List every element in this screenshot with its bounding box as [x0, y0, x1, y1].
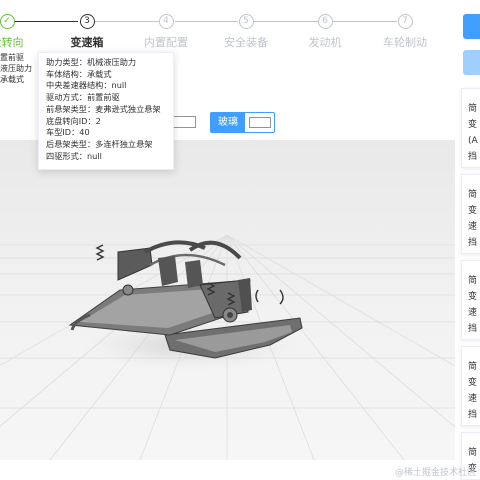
card-line: 速 — [468, 222, 478, 232]
check-icon: ✓ — [0, 14, 15, 29]
tooltip-row: 车体结构：承载式 — [46, 68, 112, 79]
tooltip-row: 四驱形式：null — [46, 150, 102, 161]
card-line: 变 — [468, 292, 478, 302]
step-steering[interactable]: ✓ 盘转向 — [0, 14, 47, 50]
card-line: 变 — [468, 120, 478, 130]
3d-viewport[interactable] — [0, 140, 455, 460]
step-label: 安全装备 — [224, 36, 268, 49]
primary-button[interactable] — [463, 14, 480, 39]
card-line: 挡 — [468, 324, 478, 334]
summary-line: 置前驱 — [0, 53, 24, 62]
step-engine[interactable]: 6 发动机 — [285, 14, 365, 50]
glass-toggle-group: 玻璃 — [210, 112, 275, 133]
tooltip-row: 前悬架类型：麦弗逊式独立悬架 — [46, 103, 161, 114]
right-panel: 简 变 (A 挡 简 变 速 挡 简 变 速 挡 简 变 速 挡 简 变 — [455, 0, 480, 480]
card-line: 挡 — [468, 410, 478, 420]
tooltip-row: 底盘转向ID：2 — [46, 115, 101, 126]
tooltip-row: 驱动方式：前置前驱 — [46, 92, 120, 103]
secondary-button[interactable] — [463, 50, 480, 75]
spec-card[interactable]: 简 变 速 挡 — [461, 346, 480, 426]
summary-line: 承载式 — [0, 75, 24, 84]
spec-card[interactable]: 简 变 速 挡 — [461, 260, 480, 340]
card-line: 速 — [468, 394, 478, 404]
step-number: 7 — [397, 14, 413, 29]
step-interior[interactable]: 4 内置配置 — [126, 14, 206, 50]
step-label: 变速箱 — [70, 36, 104, 49]
step-gearbox[interactable]: 3 变速箱 — [47, 14, 127, 50]
step-number: 4 — [158, 14, 174, 29]
card-line: 简 — [468, 104, 478, 114]
part-toggle-checkbox[interactable] — [172, 116, 196, 128]
tooltip-row: 助力类型：机械液压助力 — [46, 57, 137, 67]
card-line: 速 — [468, 308, 478, 318]
card-line: 简 — [468, 190, 478, 200]
step-label: 车轮制动 — [383, 36, 427, 49]
steps-bar: ✓ 盘转向 3 变速箱 4 内置配置 5 安全装备 6 发动机 7 车轮制动 — [0, 0, 450, 55]
step-safety[interactable]: 5 安全装备 — [206, 14, 286, 50]
card-line: 简 — [468, 362, 478, 372]
car-chassis-render — [0, 234, 455, 460]
spec-card[interactable]: 简 变 (A 挡 — [461, 88, 480, 168]
spec-card[interactable]: 简 变 速 挡 — [461, 174, 480, 254]
tooltip-row: 后悬架类型：多连杆独立悬架 — [46, 138, 153, 149]
card-line: 简 — [468, 448, 478, 458]
chassis-info-tooltip: 助力类型：机械液压助力 车体结构：承载式 中央差速器结构：null 驱动方式：前… — [38, 52, 174, 170]
card-line: 简 — [468, 276, 478, 286]
card-line: 变 — [468, 206, 478, 216]
card-line: 变 — [468, 378, 478, 388]
app-root: ✓ 盘转向 3 变速箱 4 内置配置 5 安全装备 6 发动机 7 车轮制动 置… — [0, 0, 480, 480]
step-number: 3 — [79, 14, 95, 29]
watermark: @稀土掘金技术社区 — [394, 468, 476, 478]
tooltip-row: 车型ID：40 — [46, 127, 90, 138]
card-line: 挡 — [468, 152, 478, 162]
card-line: (A — [468, 136, 478, 146]
step-label: 盘转向 — [0, 36, 24, 49]
step-label: 内置配置 — [144, 36, 188, 49]
summary-line: 液压助力 — [0, 64, 32, 73]
glass-button[interactable]: 玻璃 — [211, 113, 245, 132]
step-number: 5 — [238, 14, 254, 29]
step-wheels-brakes[interactable]: 7 车轮制动 — [365, 14, 445, 50]
glass-toggle-checkbox[interactable] — [249, 117, 271, 128]
chassis-summary: 置前驱 液压助力 承载式 — [0, 52, 32, 85]
tooltip-row: 中央差速器结构：null — [46, 80, 127, 91]
step-number: 6 — [317, 14, 333, 29]
card-line: 挡 — [468, 238, 478, 248]
step-label: 发动机 — [308, 36, 342, 49]
